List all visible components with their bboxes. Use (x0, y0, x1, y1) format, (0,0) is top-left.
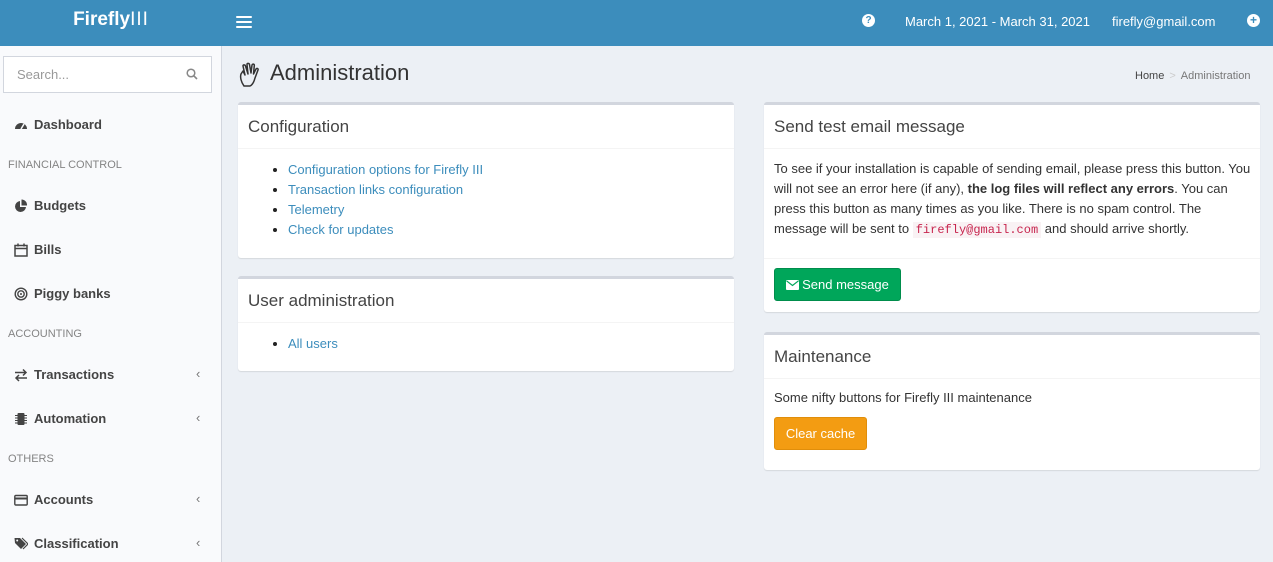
sidebar-item-dashboard[interactable]: Dashboard (0, 105, 221, 145)
sidebar-toggle-icon[interactable] (236, 14, 252, 30)
list-item: Telemetry (288, 200, 483, 220)
nav-header-accounting: ACCOUNTING (8, 328, 82, 340)
sidebar-item-automation[interactable]: Automation ‹ (0, 399, 221, 439)
sidebar-item-label: Piggy banks (34, 286, 111, 301)
chevron-left-icon: ‹ (196, 366, 201, 381)
divider (238, 148, 734, 149)
top-navbar: FireflyIII ? March 1, 2021 - March 31, 2… (0, 0, 1273, 46)
exchange-icon (14, 368, 28, 382)
chevron-left-icon: ‹ (196, 410, 201, 425)
email-description: To see if your installation is capable o… (774, 161, 1251, 238)
list-item: All users (288, 334, 338, 354)
sidebar-item-label: Dashboard (34, 117, 102, 132)
configuration-links: Configuration options for Firefly III Tr… (288, 160, 483, 240)
credit-card-icon (14, 494, 28, 506)
send-test-email-box: Send test email message To see if your i… (764, 102, 1260, 312)
divider (764, 148, 1260, 149)
page-title: Administration (270, 60, 410, 85)
divider (238, 322, 734, 323)
link-configuration-options[interactable]: Configuration options for Firefly III (288, 162, 483, 177)
user-menu[interactable]: firefly@gmail.com (1112, 14, 1216, 29)
nav-header-others: OTHERS (8, 453, 54, 465)
divider (764, 258, 1260, 259)
pie-chart-icon (15, 199, 28, 212)
target-icon (14, 287, 28, 301)
link-all-users[interactable]: All users (288, 336, 338, 351)
sidebar-item-label: Bills (34, 242, 62, 257)
create-new-icon[interactable]: + (1247, 14, 1260, 27)
dashboard-icon (15, 123, 27, 130)
maintenance-box: Maintenance Some nifty buttons for Firef… (764, 332, 1260, 470)
hand-icon (239, 62, 259, 87)
sidebar-item-label: Budgets (34, 198, 86, 213)
sidebar-item-label: Classification (34, 536, 119, 551)
list-item: Check for updates (288, 220, 483, 240)
sidebar: Dashboard FINANCIAL CONTROL Budgets Bill… (0, 46, 222, 562)
breadcrumb: Home > Administration (1135, 70, 1250, 82)
breadcrumb-home[interactable]: Home (1135, 70, 1164, 82)
help-icon[interactable]: ? (862, 14, 875, 27)
app-logo[interactable]: FireflyIII (0, 0, 222, 46)
sidebar-item-classification[interactable]: Classification ‹ (0, 524, 221, 562)
sidebar-item-accounts[interactable]: Accounts ‹ (0, 480, 221, 520)
box-title: Configuration (248, 117, 350, 136)
send-message-button[interactable]: Send message (774, 268, 901, 301)
sidebar-item-piggy-banks[interactable]: Piggy banks (0, 274, 221, 314)
chevron-left-icon: ‹ (196, 535, 201, 550)
tags-icon (14, 537, 28, 550)
calendar-icon (14, 243, 28, 257)
configuration-box: Configuration Configuration options for … (238, 102, 734, 258)
box-title: User administration (248, 291, 395, 310)
sidebar-item-bills[interactable]: Bills (0, 230, 221, 270)
sidebar-item-budgets[interactable]: Budgets (0, 186, 221, 226)
clear-cache-button[interactable]: Clear cache (774, 417, 867, 450)
date-range-picker[interactable]: March 1, 2021 - March 31, 2021 (905, 14, 1090, 29)
divider (764, 378, 1260, 379)
sidebar-item-label: Accounts (34, 492, 94, 507)
search-input[interactable] (4, 57, 174, 92)
maintenance-description: Some nifty buttons for Firefly III maint… (774, 390, 1032, 405)
nav-header-financial-control: FINANCIAL CONTROL (8, 159, 122, 171)
sidebar-item-label: Automation (34, 411, 107, 426)
user-admin-links: All users (288, 334, 338, 354)
search-icon[interactable] (186, 68, 198, 80)
list-item: Transaction links configuration (288, 180, 483, 200)
link-check-updates[interactable]: Check for updates (288, 222, 394, 237)
breadcrumb-separator: > (1169, 70, 1176, 82)
sidebar-search (3, 56, 212, 93)
box-title: Maintenance (774, 347, 872, 366)
envelope-icon (786, 280, 800, 290)
chevron-left-icon: ‹ (196, 491, 201, 506)
sidebar-item-label: Transactions (34, 367, 115, 382)
box-title: Send test email message (774, 117, 965, 136)
list-item: Configuration options for Firefly III (288, 160, 483, 180)
link-transaction-links[interactable]: Transaction links configuration (288, 182, 463, 197)
breadcrumb-current: Administration (1180, 70, 1251, 82)
user-administration-box: User administration All users (238, 276, 734, 371)
microchip-icon (15, 413, 27, 425)
link-telemetry[interactable]: Telemetry (288, 202, 344, 217)
email-address-code: firefly@gmail.com (912, 222, 1042, 238)
sidebar-item-transactions[interactable]: Transactions ‹ (0, 355, 221, 395)
